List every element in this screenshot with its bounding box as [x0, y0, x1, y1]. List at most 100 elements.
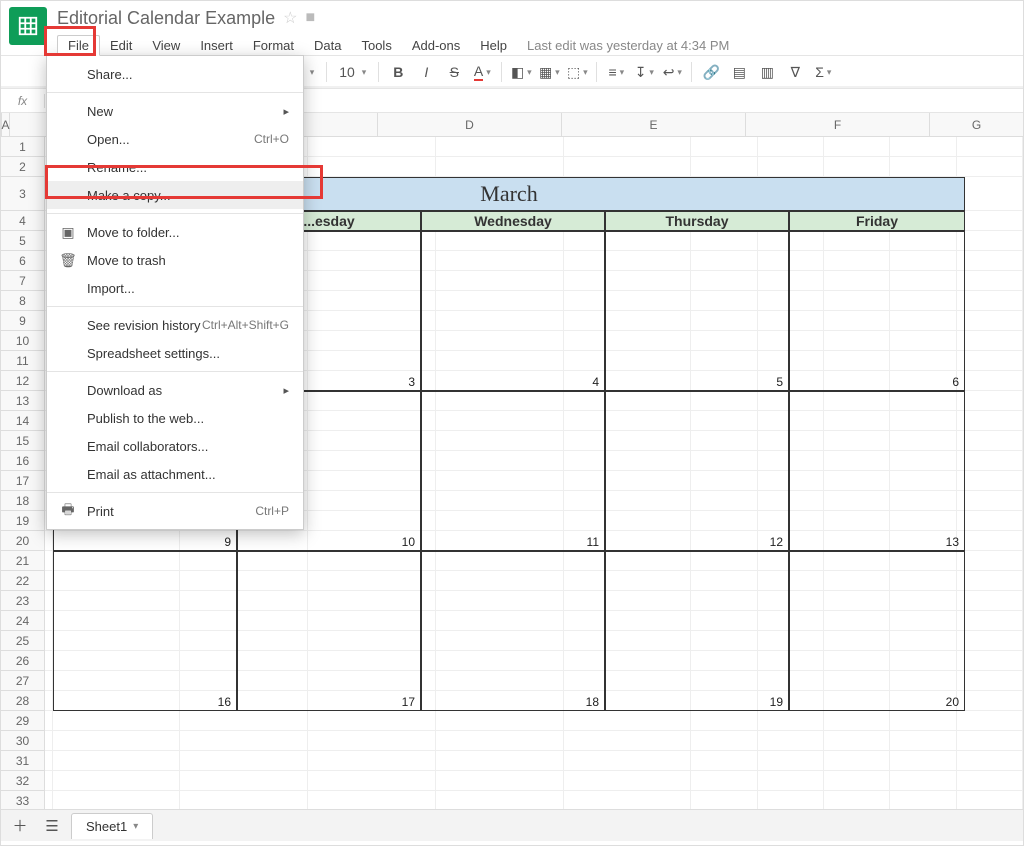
- column-header-A[interactable]: A: [2, 113, 10, 137]
- cell[interactable]: [890, 137, 956, 157]
- row-header-15[interactable]: 15: [1, 431, 44, 451]
- cell[interactable]: [957, 231, 1023, 251]
- cell[interactable]: [564, 731, 692, 751]
- halign-button[interactable]: ≡: [603, 59, 629, 85]
- cell[interactable]: [890, 391, 956, 411]
- cell[interactable]: [691, 251, 757, 271]
- cell[interactable]: [957, 211, 1023, 231]
- cell[interactable]: [564, 177, 692, 211]
- cell[interactable]: [53, 591, 181, 611]
- cell[interactable]: [691, 751, 757, 771]
- cell[interactable]: [890, 431, 956, 451]
- cell[interactable]: [308, 157, 436, 177]
- cell[interactable]: [564, 311, 692, 331]
- cell[interactable]: [824, 431, 890, 451]
- link-button[interactable]: 🔗: [698, 59, 724, 85]
- cell[interactable]: [180, 591, 308, 611]
- row-header-13[interactable]: 13: [1, 391, 44, 411]
- cell[interactable]: [758, 411, 824, 431]
- cell[interactable]: [758, 311, 824, 331]
- cell[interactable]: [824, 157, 890, 177]
- all-sheets-button[interactable]: ☰: [39, 815, 65, 837]
- cell[interactable]: [758, 731, 824, 751]
- cell[interactable]: [824, 311, 890, 331]
- cell[interactable]: [758, 231, 824, 251]
- row-header-6[interactable]: 6: [1, 251, 44, 271]
- cell[interactable]: [957, 591, 1023, 611]
- cell[interactable]: [824, 531, 890, 551]
- cell[interactable]: [308, 451, 436, 471]
- cell[interactable]: [957, 571, 1023, 591]
- cell[interactable]: [691, 511, 757, 531]
- cell[interactable]: [45, 591, 53, 611]
- comment-button[interactable]: ▤: [726, 59, 752, 85]
- row-header-30[interactable]: 30: [1, 731, 44, 751]
- cell[interactable]: [308, 291, 436, 311]
- cell[interactable]: [957, 771, 1023, 791]
- cell[interactable]: [691, 157, 757, 177]
- cell[interactable]: [180, 631, 308, 651]
- cell[interactable]: [436, 391, 564, 411]
- merge-button[interactable]: ⬚: [564, 59, 590, 85]
- cell[interactable]: [957, 631, 1023, 651]
- cell[interactable]: [180, 691, 308, 711]
- cell[interactable]: [691, 231, 757, 251]
- menu-help[interactable]: Help: [470, 36, 517, 55]
- cell[interactable]: [824, 391, 890, 411]
- cell[interactable]: [758, 431, 824, 451]
- valign-button[interactable]: ↧: [631, 59, 657, 85]
- text-color-button[interactable]: A: [469, 59, 495, 85]
- cell[interactable]: [824, 137, 890, 157]
- row-header-2[interactable]: 2: [1, 157, 44, 177]
- cell[interactable]: [691, 491, 757, 511]
- row-header-27[interactable]: 27: [1, 671, 44, 691]
- last-edit-text[interactable]: Last edit was yesterday at 4:34 PM: [517, 38, 729, 53]
- cell[interactable]: [957, 391, 1023, 411]
- cell[interactable]: [824, 611, 890, 631]
- cell[interactable]: [308, 271, 436, 291]
- cell[interactable]: [957, 611, 1023, 631]
- cell[interactable]: [564, 331, 692, 351]
- italic-button[interactable]: I: [413, 59, 439, 85]
- cell[interactable]: [957, 691, 1023, 711]
- cell[interactable]: [564, 651, 692, 671]
- cell[interactable]: [890, 411, 956, 431]
- menu-format[interactable]: Format: [243, 36, 304, 55]
- cell[interactable]: [53, 571, 181, 591]
- cell[interactable]: [957, 291, 1023, 311]
- cell[interactable]: [436, 531, 564, 551]
- cell[interactable]: [890, 177, 956, 211]
- row-header-29[interactable]: 29: [1, 711, 44, 731]
- cell[interactable]: [45, 531, 53, 551]
- functions-button[interactable]: Σ: [810, 59, 836, 85]
- cell[interactable]: [824, 571, 890, 591]
- cell[interactable]: [758, 631, 824, 651]
- cell[interactable]: [308, 631, 436, 651]
- cell[interactable]: [564, 157, 692, 177]
- menu-edit[interactable]: Edit: [100, 36, 142, 55]
- borders-button[interactable]: ▦: [536, 59, 562, 85]
- cell[interactable]: [758, 531, 824, 551]
- cell[interactable]: [436, 771, 564, 791]
- cell[interactable]: [436, 691, 564, 711]
- cell[interactable]: [308, 371, 436, 391]
- cell[interactable]: [758, 371, 824, 391]
- cell[interactable]: [890, 231, 956, 251]
- cell[interactable]: [691, 291, 757, 311]
- cell[interactable]: [308, 751, 436, 771]
- cell[interactable]: [180, 751, 308, 771]
- cell[interactable]: [890, 451, 956, 471]
- cell[interactable]: [436, 551, 564, 571]
- cell[interactable]: [436, 571, 564, 591]
- row-header-31[interactable]: 31: [1, 751, 44, 771]
- cell[interactable]: [436, 251, 564, 271]
- cell[interactable]: [957, 751, 1023, 771]
- row-header-22[interactable]: 22: [1, 571, 44, 591]
- cell[interactable]: [957, 177, 1023, 211]
- cell[interactable]: [824, 711, 890, 731]
- cell[interactable]: [691, 371, 757, 391]
- cell[interactable]: [691, 411, 757, 431]
- row-header-17[interactable]: 17: [1, 471, 44, 491]
- cell[interactable]: [824, 351, 890, 371]
- cell[interactable]: [957, 351, 1023, 371]
